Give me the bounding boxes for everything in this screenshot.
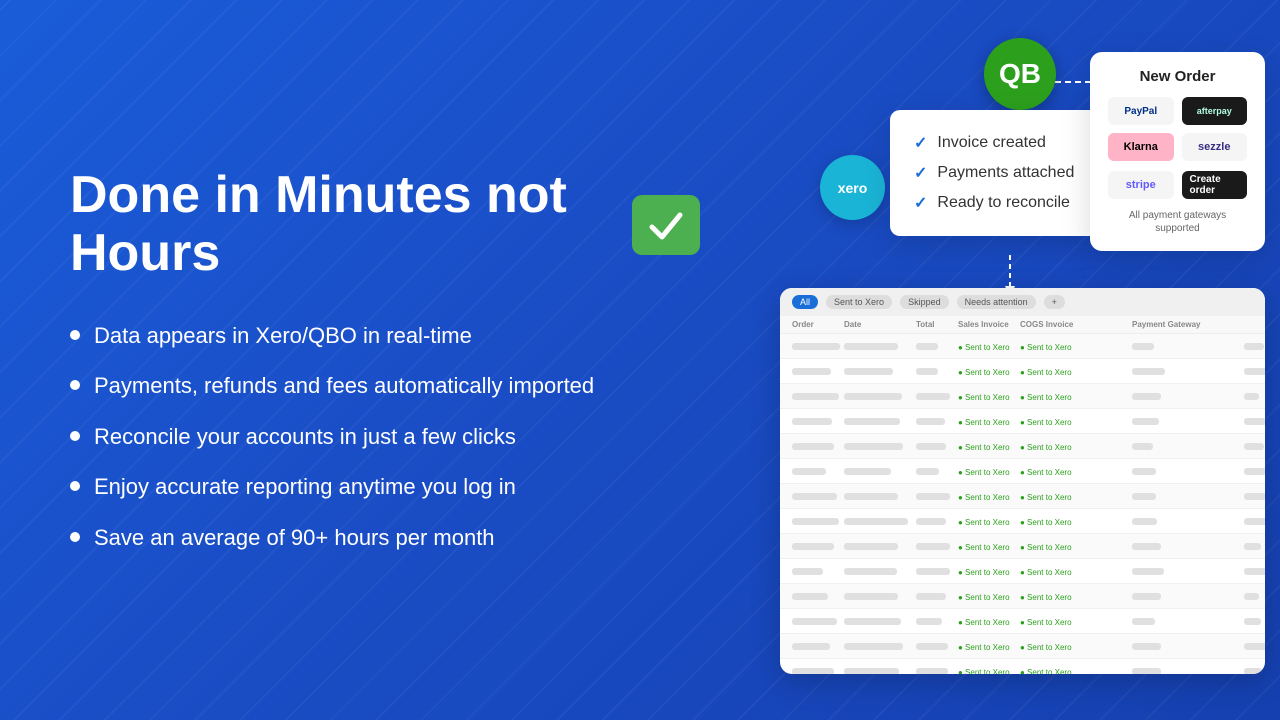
paypal-logo: PayPal	[1108, 97, 1174, 125]
invoice-item-3: ✓ Ready to reconcile	[914, 188, 1076, 218]
col-order: Order	[792, 320, 842, 329]
col-extra	[1244, 320, 1265, 329]
create-order-button[interactable]: Create order	[1182, 171, 1248, 199]
col-cogs-invoice: COGS Invoice	[1020, 320, 1130, 329]
bullet-dot	[70, 481, 80, 491]
table-row[interactable]: ● Sent to Xero ● Sent to Xero	[780, 359, 1265, 384]
main-container: Done in Minutes not Hours Data appears i…	[0, 0, 1280, 720]
table-tabs: All Sent to Xero Skipped Needs attention…	[780, 288, 1265, 316]
col-date: Date	[844, 320, 914, 329]
klarna-logo: Klarna	[1108, 133, 1174, 161]
invoice-item-2: ✓ Payments attached	[914, 158, 1076, 188]
check-icon: ✓	[914, 163, 927, 183]
check-icon: ✓	[914, 133, 927, 153]
list-item: Enjoy accurate reporting anytime you log…	[70, 473, 700, 502]
card-title: New Order	[1108, 68, 1247, 85]
invoice-item-1: ✓ Invoice created	[914, 128, 1076, 158]
list-item: Save an average of 90+ hours per month	[70, 524, 700, 553]
table-row[interactable]: ● Sent to Xero ● Sent to Xero	[780, 559, 1265, 584]
bullet-dot	[70, 380, 80, 390]
bullet-dot	[70, 431, 80, 441]
table-row[interactable]: ● Sent to Xero ● Sent to Xero	[780, 609, 1265, 634]
features-list: Data appears in Xero/QBO in real-time Pa…	[70, 322, 700, 553]
tab-all[interactable]: All	[792, 295, 818, 309]
table-row[interactable]: ● Sent to Xero ● Sent to Xero	[780, 534, 1265, 559]
tab-needs-attention[interactable]: Needs attention	[957, 295, 1036, 309]
table-row[interactable]: ● Sent to Xero ● Sent to Xero	[780, 434, 1265, 459]
table-row[interactable]: ● Sent to Xero ● Sent to Xero	[780, 509, 1265, 534]
orders-table: All Sent to Xero Skipped Needs attention…	[780, 288, 1265, 674]
table-row[interactable]: ● Sent to Xero ● Sent to Xero	[780, 659, 1265, 674]
list-item: Data appears in Xero/QBO in real-time	[70, 322, 700, 351]
tab-skipped[interactable]: Skipped	[900, 295, 949, 309]
stripe-logo: stripe	[1108, 171, 1174, 199]
xero-logo: xero	[820, 155, 885, 220]
list-item: Payments, refunds and fees automatically…	[70, 372, 700, 401]
quickbooks-logo: QB	[984, 38, 1056, 110]
afterpay-logo: afterpay	[1182, 97, 1248, 125]
col-total: Total	[916, 320, 956, 329]
col-sales-invoice: Sales Invoice	[958, 320, 1018, 329]
table-row[interactable]: ● Sent to Xero ● Sent to Xero	[780, 459, 1265, 484]
table-row[interactable]: ● Sent to Xero ● Sent to Xero	[780, 584, 1265, 609]
invoice-card: ✓ Invoice created ✓ Payments attached ✓ …	[890, 110, 1100, 236]
headline: Done in Minutes not Hours	[70, 167, 700, 281]
right-panel: QB xero ✓ Invoice created	[760, 0, 1280, 720]
table-row[interactable]: ● Sent to Xero ● Sent to Xero	[780, 334, 1265, 359]
bullet-dot	[70, 330, 80, 340]
all-gateways-text: All payment gateways supported	[1108, 209, 1247, 235]
check-icon: ✓	[914, 193, 927, 213]
table-column-headers: Order Date Total Sales Invoice COGS Invo…	[780, 316, 1265, 334]
new-order-card: New Order PayPal afterpay Klarna sezzle …	[1090, 52, 1265, 251]
payment-logos-grid: PayPal afterpay Klarna sezzle	[1108, 97, 1247, 161]
table-row[interactable]: ● Sent to Xero ● Sent to Xero	[780, 409, 1265, 434]
checkmark-icon	[632, 195, 700, 255]
stripe-row: stripe Create order	[1108, 171, 1247, 199]
sezzle-logo: sezzle	[1182, 133, 1248, 161]
table-body: ● Sent to Xero ● Sent to Xero ● Sent to …	[780, 334, 1265, 674]
left-panel: Done in Minutes not Hours Data appears i…	[0, 0, 760, 720]
table-row[interactable]: ● Sent to Xero ● Sent to Xero	[780, 634, 1265, 659]
table-row[interactable]: ● Sent to Xero ● Sent to Xero	[780, 484, 1265, 509]
col-payment-gateway: Payment Gateway	[1132, 320, 1242, 329]
tab-sent-to-xero[interactable]: Sent to Xero	[826, 295, 892, 309]
bullet-dot	[70, 532, 80, 542]
list-item: Reconcile your accounts in just a few cl…	[70, 423, 700, 452]
table-row[interactable]: ● Sent to Xero ● Sent to Xero	[780, 384, 1265, 409]
tab-more[interactable]: +	[1044, 295, 1065, 309]
